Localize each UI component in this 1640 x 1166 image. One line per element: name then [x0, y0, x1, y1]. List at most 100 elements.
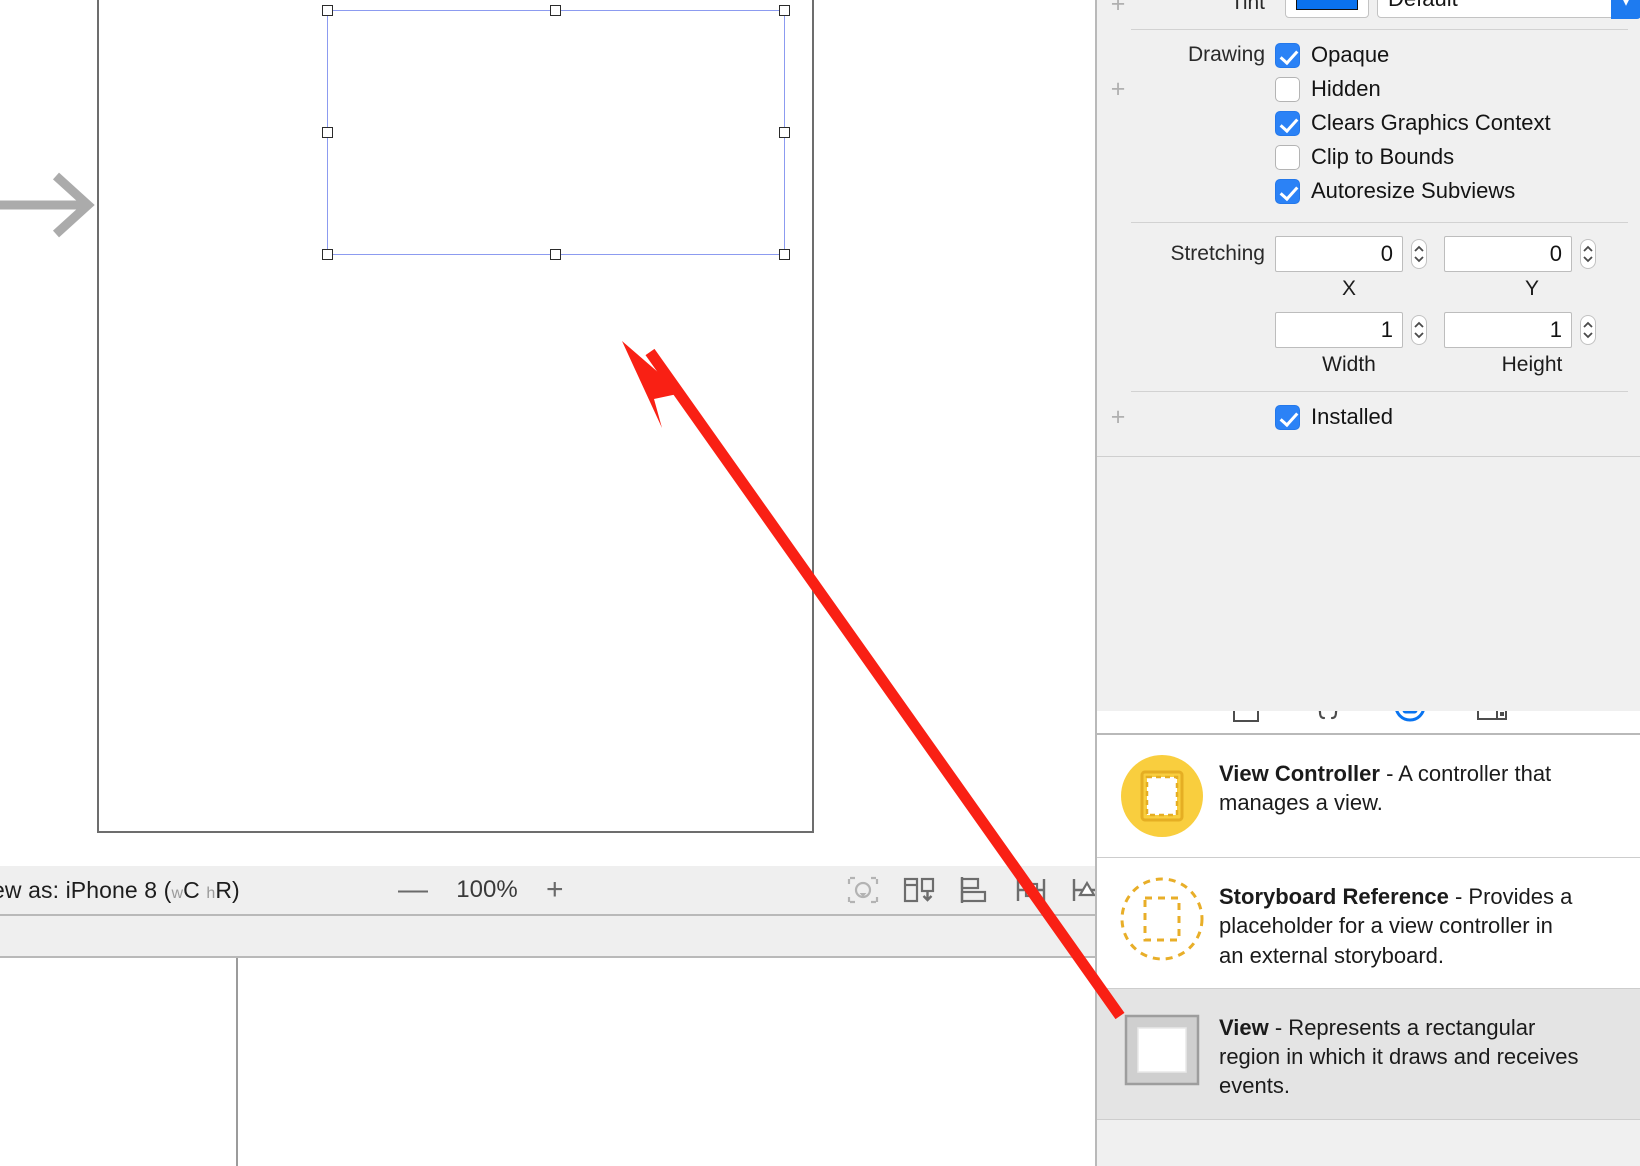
size-class-open: ( — [157, 876, 172, 903]
tint-value-popup[interactable]: Default ▾ — [1377, 0, 1640, 19]
label-installed: Installed — [1311, 404, 1393, 429]
label-clip-to-bounds: Clip to Bounds — [1311, 144, 1455, 169]
stretching-section: Stretching 0 0 X Y 1 1 Width Height — [1097, 223, 1640, 383]
storyboard-canvas[interactable] — [0, 0, 1095, 866]
size-class-height: R — [215, 876, 233, 903]
library-item-view[interactable]: View - Represents a rectangular region i… — [1097, 988, 1640, 1120]
label-autoresize-subviews: Autoresize Subviews — [1311, 178, 1516, 203]
drawing-row-hidden: + Hidden — [1097, 72, 1640, 106]
tint-label: Tint — [1230, 0, 1265, 14]
checkbox-autoresize-subviews[interactable] — [1275, 178, 1300, 204]
align-icon[interactable] — [957, 874, 993, 906]
library-item-storyboard-reference-title: Storyboard Reference — [1219, 884, 1449, 909]
tint-value-label: Default — [1388, 0, 1458, 11]
drawing-row-autoresize-subviews: Autoresize Subviews — [1097, 174, 1640, 208]
drawing-row-opaque: Drawing Opaque — [1097, 38, 1640, 72]
stretching-width-stepper[interactable] — [1408, 312, 1430, 348]
stretching-y-stepper[interactable] — [1577, 236, 1599, 272]
add-variation-button-installed[interactable]: + — [1107, 404, 1129, 430]
size-class-height-prefix: h — [206, 884, 216, 902]
drawing-row-clip-to-bounds: Clip to Bounds — [1097, 140, 1640, 174]
resize-handle-bottom-left[interactable] — [322, 249, 333, 260]
zoom-in-button[interactable]: + — [546, 875, 564, 905]
stretching-y-input[interactable]: 0 — [1444, 236, 1572, 272]
checkbox-opaque[interactable] — [1275, 42, 1300, 68]
drawing-section: Drawing Opaque + Hidden Clears Graphics … — [1097, 30, 1640, 208]
library-item-view-controller[interactable]: View Controller - A controller that mana… — [1097, 735, 1640, 858]
stretching-x-group: 0 — [1275, 236, 1430, 272]
stretching-label: Stretching — [1170, 242, 1265, 265]
entry-point-arrow-icon — [0, 172, 95, 238]
library-item-view-controller-title: View Controller — [1219, 761, 1380, 786]
secondary-strip — [0, 916, 1095, 956]
library-item-view-text: View - Represents a rectangular region i… — [1219, 1007, 1579, 1101]
stretching-height-input[interactable]: 1 — [1444, 312, 1572, 348]
caption-width: Width — [1322, 353, 1376, 376]
zoom-level-label[interactable]: 100% — [450, 876, 524, 904]
resize-handle-middle-right[interactable] — [779, 126, 790, 138]
library-item-view-controller-text: View Controller - A controller that mana… — [1219, 753, 1579, 818]
checkbox-clip-to-bounds[interactable] — [1275, 144, 1300, 170]
stretching-width-group: 1 — [1275, 312, 1430, 348]
size-class-close: ) — [232, 876, 240, 903]
size-class-width-prefix: w — [171, 884, 184, 902]
checkbox-hidden[interactable] — [1275, 76, 1300, 102]
library-item-storyboard-reference-text: Storyboard Reference - Provides a placeh… — [1219, 876, 1579, 970]
library-list: View Controller - A controller that mana… — [1097, 735, 1640, 1120]
embed-in-icon[interactable] — [901, 874, 937, 906]
resize-handle-bottom-right[interactable] — [779, 249, 790, 260]
add-constraints-icon[interactable] — [1013, 874, 1049, 906]
label-hidden: Hidden — [1311, 76, 1381, 101]
add-variation-button-hidden[interactable]: + — [1107, 76, 1129, 102]
drawing-row-clears-graphics-context: Clears Graphics Context — [1097, 106, 1640, 140]
tint-color-well[interactable] — [1285, 0, 1369, 18]
inspector-empty-area — [1097, 456, 1640, 711]
installed-row: + Installed — [1097, 400, 1640, 434]
resize-handle-top-center[interactable] — [550, 5, 561, 16]
stretching-x-stepper[interactable] — [1408, 236, 1430, 272]
resize-handle-top-left[interactable] — [322, 5, 333, 16]
stretching-x-input[interactable]: 0 — [1275, 236, 1403, 272]
stretching-row-xy: Stretching 0 0 — [1097, 231, 1640, 277]
utilities-panel: + Tint Default ▾ Drawing Opaque — [1095, 0, 1640, 1166]
checkbox-clears-graphics-context[interactable] — [1275, 110, 1300, 136]
library-item-view-desc: - Represents a rectangular region in whi… — [1219, 1014, 1579, 1099]
selected-view-outline[interactable] — [322, 5, 790, 260]
view-as-device: iPhone 8 — [65, 876, 158, 903]
caption-y: Y — [1524, 277, 1539, 300]
view-controller-icon — [1121, 755, 1203, 837]
caption-height: Height — [1501, 353, 1563, 376]
storyboard-reference-icon — [1120, 877, 1204, 961]
stretching-height-group: 1 — [1444, 312, 1599, 348]
resize-handle-middle-left[interactable] — [322, 126, 333, 138]
caption-x: X — [1341, 277, 1356, 300]
library-item-view-title: View — [1219, 1014, 1269, 1040]
view-as-control[interactable]: ew as: iPhone 8 (wC hR) — [0, 877, 240, 904]
checkbox-installed[interactable] — [1275, 404, 1300, 430]
canvas-toolbar: ew as: iPhone 8 (wC hR) — 100% + — [0, 866, 1102, 914]
stretching-y-group: 0 — [1444, 236, 1599, 272]
zoom-controls: — 100% + — [398, 866, 564, 914]
tint-color-swatch — [1296, 0, 1358, 10]
stretching-height-stepper[interactable] — [1577, 312, 1599, 348]
drawing-label: Drawing — [1187, 43, 1265, 66]
library-item-storyboard-reference[interactable]: Storyboard Reference - Provides a placeh… — [1097, 858, 1640, 989]
size-class-width: C — [183, 876, 200, 903]
lower-content-area — [0, 958, 1095, 1166]
label-opaque: Opaque — [1311, 42, 1390, 67]
zoom-out-button[interactable]: — — [398, 875, 428, 905]
stretching-captions-wh: Width Height — [1097, 353, 1640, 383]
stretching-row-wh: 1 1 — [1097, 307, 1640, 353]
auto-layout-tools — [845, 866, 1105, 914]
lower-content-divider — [236, 958, 238, 1166]
device-frame[interactable] — [97, 0, 814, 833]
resize-handle-bottom-center[interactable] — [550, 249, 561, 260]
tint-row: + Tint Default ▾ — [1097, 0, 1640, 22]
view-as-prefix: ew as: — [0, 876, 60, 903]
divider-above-installed — [1131, 391, 1628, 392]
stretching-captions-xy: X Y — [1097, 277, 1640, 307]
update-frames-icon[interactable] — [845, 874, 881, 906]
view-icon — [1124, 1014, 1200, 1085]
resize-handle-top-right[interactable] — [779, 5, 790, 16]
stretching-width-input[interactable]: 1 — [1275, 312, 1403, 348]
